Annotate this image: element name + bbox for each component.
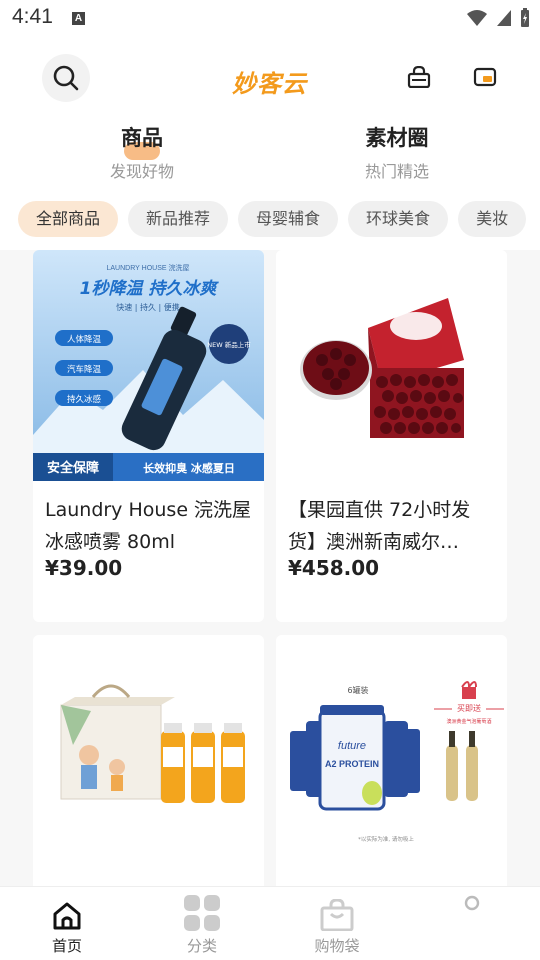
product-card[interactable] [33, 635, 264, 886]
img-gift-sub: 澳洲黄金气泡葡萄酒 [446, 718, 491, 725]
img-footer-left: 安全保障 [47, 460, 99, 476]
img-headline: 1秒降温 持久冰爽 [80, 279, 220, 299]
img-footnote: *以实际为准, 请勿吸上 [358, 835, 414, 843]
product-image-cherries [276, 250, 507, 481]
status-bar: 4:41 A [0, 0, 540, 38]
search-button[interactable] [42, 54, 90, 102]
nav-category-label: 分类 [186, 937, 217, 955]
chip-new[interactable]: 新品推荐 [128, 201, 229, 237]
product-title: Laundry House 浣洗屋 冰感喷雾 80ml [45, 499, 252, 553]
img-footer-right: 长效抑臭 冰感夏日 [143, 461, 235, 475]
bag-icon [320, 899, 354, 931]
category-chips: 全部商品 新品推荐 母婴辅食 环球美食 美妆 [18, 201, 527, 237]
nav-bag-label: 购物袋 [314, 937, 360, 955]
app-logo: 妙客云 [232, 70, 307, 98]
tab-materials[interactable]: 素材圈 热门精选 [350, 122, 444, 182]
basket-icon [407, 66, 431, 88]
status-icons [466, 8, 530, 28]
chip-baby[interactable]: 母婴辅食 [238, 201, 339, 237]
tab-products-title: 商品 [121, 126, 163, 150]
chip-all[interactable]: 全部商品 [18, 201, 119, 237]
product-image-spray: LAUNDRY HOUSE 浣洗屋 1秒降温 持久冰爽 快速 | 持久 | 便携… [33, 250, 264, 481]
basket-button[interactable] [404, 62, 434, 92]
message-icon [473, 67, 497, 87]
status-time: 4:41 [12, 5, 53, 28]
product-title: 【果园直供 72小时发货】澳洲新南威尔… [288, 499, 471, 553]
wifi-icon [467, 10, 487, 26]
search-icon [53, 65, 79, 91]
grid-icon [184, 895, 220, 931]
signal-icon [497, 10, 511, 26]
product-image-formula: 6罐装 future A2 PROTEIN 买即送 澳洲黄金气泡葡萄酒 *以实际… [276, 635, 507, 866]
img-gift: 买即送 [457, 703, 481, 713]
img-tag-2: 汽车降温 [67, 364, 102, 375]
message-button[interactable] [470, 62, 500, 92]
notification-icon: A [72, 12, 85, 25]
product-image-juice-gift [33, 635, 264, 866]
tab-materials-title: 素材圈 [365, 126, 429, 150]
chip-beauty[interactable]: 美妆 [458, 201, 527, 237]
img-top-label: 6罐装 [347, 685, 368, 695]
product-price: ¥39.00 [45, 556, 123, 580]
img-tag-1: 人体降温 [67, 334, 102, 345]
header: 妙客云 商品 发现好物 素材圈 热门精选 全部商品 新品推荐 母婴辅食 环球美食… [0, 38, 540, 250]
nav-home[interactable]: 首页 [17, 887, 117, 960]
nav-category[interactable]: 分类 [152, 887, 252, 960]
img-tag-3: 持久冰感 [67, 394, 102, 405]
product-card[interactable]: 6罐装 future A2 PROTEIN 买即送 澳洲黄金气泡葡萄酒 *以实际… [276, 635, 507, 886]
product-title [288, 879, 498, 886]
product-price: ¥458.00 [288, 556, 380, 580]
product-title [45, 879, 255, 886]
profile-icon [464, 895, 480, 911]
home-icon [53, 902, 81, 930]
product-grid: LAUNDRY HOUSE 浣洗屋 1秒降温 持久冰爽 快速 | 持久 | 便携… [0, 250, 540, 886]
nav-bag[interactable]: 购物袋 [287, 887, 387, 960]
bottom-nav: 首页 分类 购物袋 [0, 886, 540, 960]
tab-products-subtitle: 发现好物 [109, 162, 174, 181]
img-brand: LAUNDRY HOUSE 浣洗屋 [107, 263, 190, 272]
img-can-text: A2 PROTEIN [325, 759, 379, 769]
tab-materials-subtitle: 热门精选 [364, 162, 429, 181]
tab-products[interactable]: 商品 发现好物 [96, 122, 188, 182]
img-badge: NEW 新品上市 [207, 340, 251, 349]
img-sub: 快速 | 持久 | 便携 [116, 302, 180, 312]
product-card[interactable]: 【果园直供 72小时发货】澳洲新南威尔… ¥458.00 [276, 250, 507, 622]
product-card[interactable]: LAUNDRY HOUSE 浣洗屋 1秒降温 持久冰爽 快速 | 持久 | 便携… [33, 250, 264, 622]
battery-icon [521, 8, 529, 27]
img-can-brand: future [338, 740, 366, 752]
chip-global-food[interactable]: 环球美食 [348, 201, 449, 237]
nav-home-label: 首页 [51, 937, 82, 955]
nav-profile[interactable] [422, 887, 522, 960]
